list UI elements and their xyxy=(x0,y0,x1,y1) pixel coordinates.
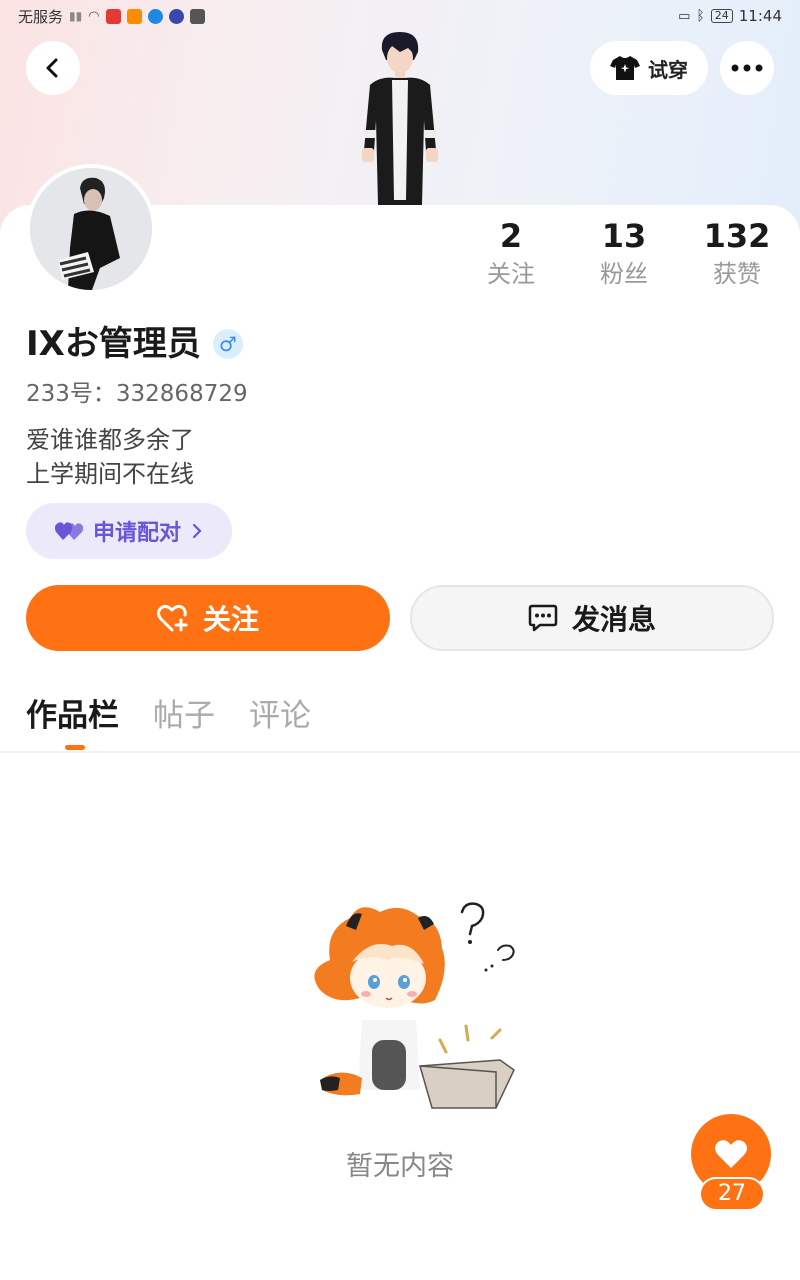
try-on-label: 试穿 xyxy=(648,57,688,82)
like-count-badge: 27 xyxy=(699,1177,765,1211)
carrier-text: 无服务 xyxy=(18,7,64,26)
tab-posts[interactable]: 帖子 xyxy=(153,695,215,737)
follow-button[interactable]: 关注 xyxy=(26,585,390,651)
status-right: ▭ ᛒ 24 11:44 xyxy=(678,7,782,25)
app-notification-icon xyxy=(105,8,121,24)
heart-plus-icon xyxy=(156,604,188,632)
content-tabs: 作品栏 帖子 评论 xyxy=(26,695,311,737)
status-bar: 无服务 ▮▮ ◠ ▭ ᛒ 24 11:44 xyxy=(0,0,800,32)
name-row: IXお管理员 ♂ xyxy=(26,322,243,366)
chat-bubble-icon xyxy=(528,604,558,632)
user-bio: 爱谁谁都多余了 上学期间不在线 xyxy=(26,423,194,491)
tab-indicator xyxy=(65,745,85,750)
chevron-left-icon xyxy=(46,58,58,78)
stat-value: 13 xyxy=(601,217,647,255)
chevron-right-icon xyxy=(192,523,202,539)
app-notification-icon xyxy=(126,8,142,24)
app-notification-icon xyxy=(147,8,163,24)
app-notification-icon xyxy=(168,8,184,24)
app-notification-icon xyxy=(189,8,205,24)
wifi-icon: ◠ xyxy=(88,8,100,24)
tab-works[interactable]: 作品栏 xyxy=(26,695,119,737)
pair-label: 申请配对 xyxy=(92,521,181,546)
bio-line: 上学期间不在线 xyxy=(26,460,194,488)
clock: 11:44 xyxy=(738,7,782,25)
heart-icon xyxy=(715,1140,747,1168)
status-left: 无服务 ▮▮ ◠ xyxy=(18,6,205,27)
battery-icon: 24 xyxy=(710,9,733,23)
user-id[interactable]: 233号：332868729 xyxy=(26,378,248,410)
tabs-divider xyxy=(0,751,800,753)
more-options-button[interactable] xyxy=(720,41,774,95)
stat-label: 获赞 xyxy=(713,260,761,288)
request-pair-button[interactable]: 申请配对 xyxy=(26,503,232,559)
stat-label: 粉丝 xyxy=(600,260,648,288)
avatar-image xyxy=(30,168,152,290)
pair-hearts-icon xyxy=(54,522,83,540)
empty-state-illustration xyxy=(314,902,515,1109)
more-dots-icon xyxy=(731,64,763,72)
avatar-3d-figure xyxy=(362,32,438,205)
empty-state-text: 暂无内容 xyxy=(346,1151,454,1182)
stat-value: 132 xyxy=(703,217,771,255)
stat-following[interactable]: 2 关注 xyxy=(456,216,566,290)
bio-line: 爱谁谁都多余了 xyxy=(26,426,194,454)
user-name: IXお管理员 xyxy=(26,324,201,364)
stat-likes[interactable]: 132 获赞 xyxy=(682,216,792,290)
send-message-button[interactable]: 发消息 xyxy=(410,585,774,651)
bluetooth-icon: ᛒ xyxy=(696,8,705,24)
signal-icon: ▮▮ xyxy=(69,9,83,23)
tshirt-icon xyxy=(610,56,640,80)
cast-icon: ▭ xyxy=(678,8,691,24)
tab-comments[interactable]: 评论 xyxy=(249,695,311,737)
stat-label: 关注 xyxy=(487,260,535,288)
stat-followers[interactable]: 13 粉丝 xyxy=(569,216,679,290)
avatar[interactable] xyxy=(26,164,156,294)
stat-value: 2 xyxy=(499,217,523,255)
back-button[interactable] xyxy=(26,41,80,95)
message-label: 发消息 xyxy=(571,603,656,636)
try-on-button[interactable]: 试穿 xyxy=(590,41,708,95)
follow-label: 关注 xyxy=(202,603,259,636)
profile-card xyxy=(0,205,800,1280)
gender-male-icon: ♂ xyxy=(212,329,243,359)
